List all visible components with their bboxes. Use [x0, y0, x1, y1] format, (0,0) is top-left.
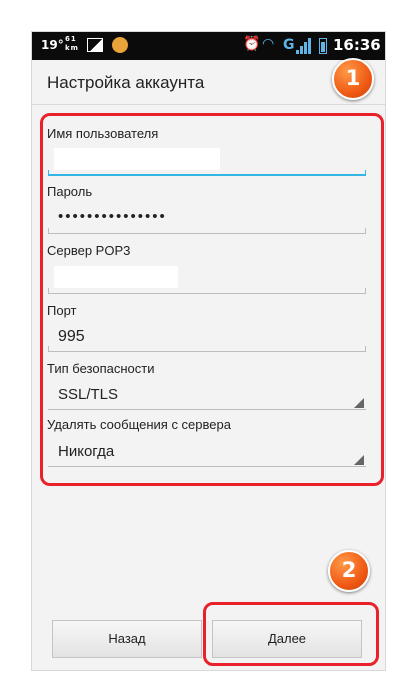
wifi-icon: ◠	[262, 36, 275, 52]
notification-counter: 61 km	[65, 35, 79, 53]
temperature-indicator: 19°	[41, 38, 64, 52]
signal-icon	[296, 38, 312, 54]
annotation-badge-2: 2	[328, 550, 370, 592]
page-title: Настройка аккаунта	[47, 73, 205, 92]
app-icon	[112, 37, 128, 53]
back-button[interactable]: Назад	[52, 620, 202, 658]
battery-icon	[319, 38, 327, 54]
network-type: G	[283, 37, 295, 53]
clock: 16:36	[333, 36, 381, 54]
notification-unit: km	[65, 44, 79, 52]
annotation-frame-2	[203, 602, 379, 666]
gallery-icon	[87, 38, 103, 52]
alarm-icon: ⏰	[243, 36, 261, 52]
status-bar: 19° 61 km ⏰ ◠ G 16:36	[32, 32, 385, 60]
annotation-badge-1: 1	[332, 58, 374, 100]
notification-count: 61	[65, 35, 77, 43]
annotation-frame-1	[40, 113, 384, 486]
